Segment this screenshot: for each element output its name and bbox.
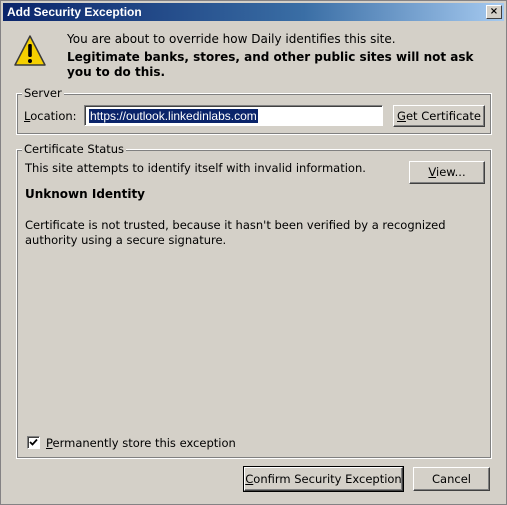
view-button[interactable]: View... — [409, 161, 485, 184]
get-certificate-label: Get Certificate — [397, 109, 481, 123]
location-input[interactable]: https://outlook.linkedinlabs.com — [84, 105, 383, 126]
permanent-store-label[interactable]: Permanently store this exception — [46, 436, 236, 450]
location-value: https://outlook.linkedinlabs.com — [89, 109, 258, 123]
certificate-status-groupbox: Certificate Status This site attempts to… — [16, 142, 492, 459]
checkmark-icon — [29, 438, 38, 446]
view-label: View... — [428, 165, 466, 179]
server-groupbox: Server Location: https://outlook.linkedi… — [16, 86, 492, 135]
cancel-button[interactable]: Cancel — [413, 467, 490, 491]
close-button[interactable]: × — [486, 5, 502, 19]
certificate-status-legend: Certificate Status — [22, 142, 127, 156]
add-security-exception-dialog: Add Security Exception × You are about t… — [0, 0, 507, 505]
warning-triangle-icon — [14, 35, 46, 66]
trust-message: Certificate is not trusted, because it h… — [25, 218, 446, 247]
permanent-store-checkbox[interactable] — [27, 436, 40, 449]
identity-heading: Unknown Identity — [25, 187, 146, 201]
legitimate-sites-warning: Legitimate banks, stores, and other publ… — [67, 50, 474, 79]
window-title: Add Security Exception — [7, 5, 142, 19]
get-certificate-button[interactable]: Get Certificate — [393, 105, 485, 127]
cancel-label: Cancel — [432, 472, 471, 486]
confirm-security-exception-button[interactable]: Confirm Security Exception — [243, 466, 404, 492]
location-label: Location: — [24, 109, 77, 123]
server-legend: Server — [22, 86, 64, 100]
title-bar[interactable]: Add Security Exception × — [3, 3, 504, 21]
override-notice: You are about to override how Daily iden… — [67, 32, 396, 46]
close-icon: × — [489, 6, 499, 17]
confirm-label: Confirm Security Exception — [245, 472, 402, 486]
certificate-description: This site attempts to identify itself wi… — [25, 161, 366, 175]
